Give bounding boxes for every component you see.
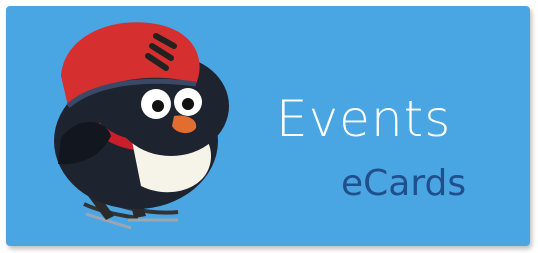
events-ecards-banner[interactable]: Events eCards [6,6,530,246]
banner-subtitle: eCards [341,163,467,204]
banner-title: Events [276,90,452,148]
penguin-mascot-icon [54,22,229,230]
